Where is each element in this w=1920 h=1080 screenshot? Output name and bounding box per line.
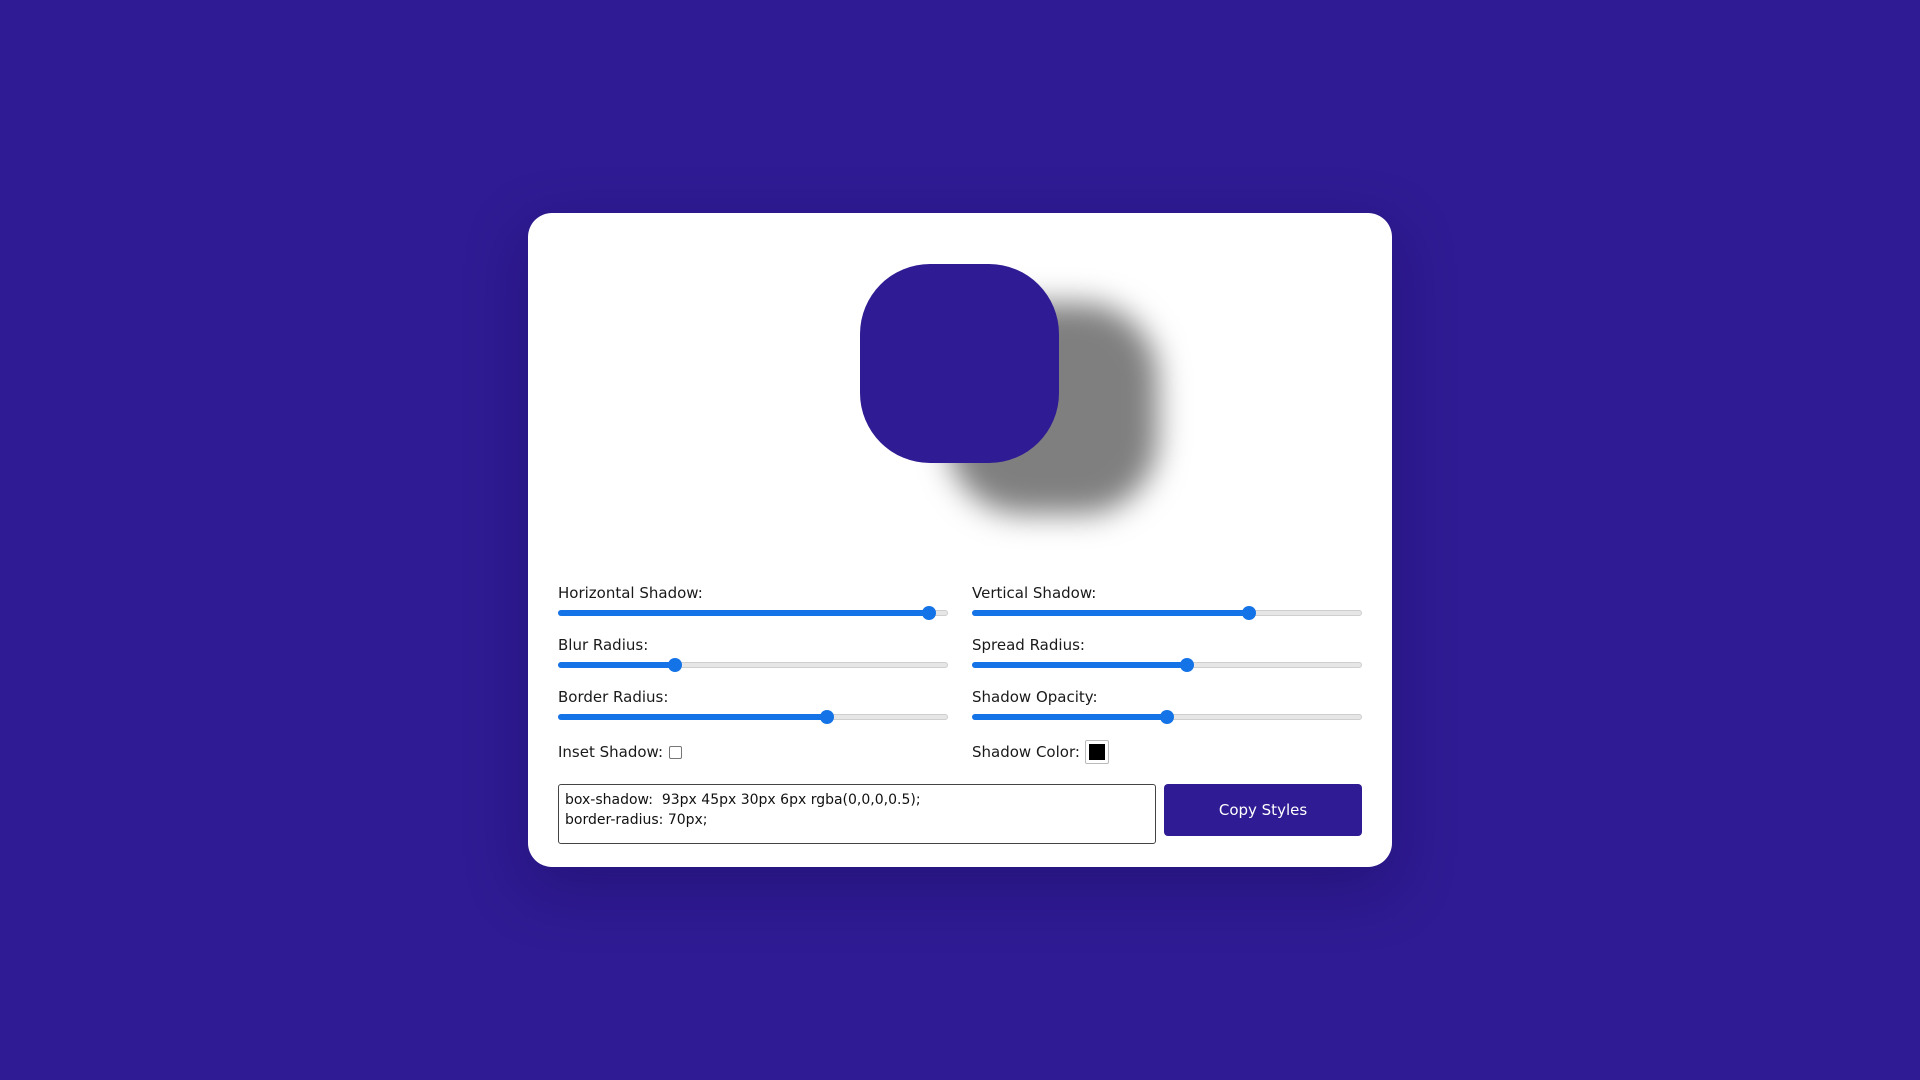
shadow-opacity-slider[interactable] bbox=[972, 710, 1362, 724]
spread-radius-slider[interactable] bbox=[972, 658, 1362, 672]
slider-thumb[interactable] bbox=[820, 710, 835, 724]
slider-fill bbox=[558, 662, 675, 668]
preview-area bbox=[528, 213, 1392, 563]
css-output-textarea[interactable]: box-shadow: 93px 45px 30px 6px rgba(0,0,… bbox=[558, 784, 1156, 844]
slider-fill bbox=[558, 714, 828, 720]
shadow-color-picker[interactable] bbox=[1084, 740, 1109, 764]
shadow-color-swatch bbox=[1088, 744, 1105, 760]
horizontal-shadow-slider[interactable] bbox=[558, 606, 948, 620]
slider-thumb[interactable] bbox=[1241, 606, 1256, 620]
slider-thumb[interactable] bbox=[1179, 658, 1194, 672]
horizontal-shadow-label: Horizontal Shadow: bbox=[558, 584, 703, 602]
spread-radius-label: Spread Radius: bbox=[972, 636, 1085, 654]
vertical-shadow-label: Vertical Shadow: bbox=[972, 584, 1097, 602]
slider-thumb[interactable] bbox=[1160, 710, 1174, 724]
blur-radius-control: Blur Radius: bbox=[558, 636, 948, 672]
slider-fill bbox=[558, 610, 929, 616]
shadow-opacity-control: Shadow Opacity: bbox=[972, 688, 1362, 724]
border-radius-label: Border Radius: bbox=[558, 688, 669, 706]
shadow-opacity-label: Shadow Opacity: bbox=[972, 688, 1098, 706]
shadow-color-label: Shadow Color: bbox=[972, 743, 1080, 761]
vertical-shadow-control: Vertical Shadow: bbox=[972, 584, 1362, 620]
slider-thumb[interactable] bbox=[668, 658, 682, 672]
shadow-color-control: Shadow Color: bbox=[972, 740, 1109, 764]
vertical-shadow-slider[interactable] bbox=[972, 606, 1362, 620]
copy-styles-button[interactable]: Copy Styles bbox=[1164, 784, 1362, 836]
horizontal-shadow-control: Horizontal Shadow: bbox=[558, 584, 948, 620]
slider-fill bbox=[972, 610, 1249, 616]
blur-radius-label: Blur Radius: bbox=[558, 636, 649, 654]
preview-box bbox=[860, 264, 1059, 463]
border-radius-control: Border Radius: bbox=[558, 688, 948, 724]
inset-shadow-checkbox[interactable] bbox=[669, 745, 683, 759]
slider-thumb[interactable] bbox=[921, 606, 936, 620]
inset-shadow-control: Inset Shadow: bbox=[558, 740, 683, 764]
spread-radius-control: Spread Radius: bbox=[972, 636, 1362, 672]
slider-fill bbox=[972, 714, 1167, 720]
slider-fill bbox=[972, 662, 1187, 668]
inset-shadow-label: Inset Shadow: bbox=[558, 743, 664, 761]
border-radius-slider[interactable] bbox=[558, 710, 948, 724]
shadow-generator-card: Horizontal Shadow: Vertical Shadow: Blur… bbox=[528, 213, 1392, 867]
blur-radius-slider[interactable] bbox=[558, 658, 948, 672]
